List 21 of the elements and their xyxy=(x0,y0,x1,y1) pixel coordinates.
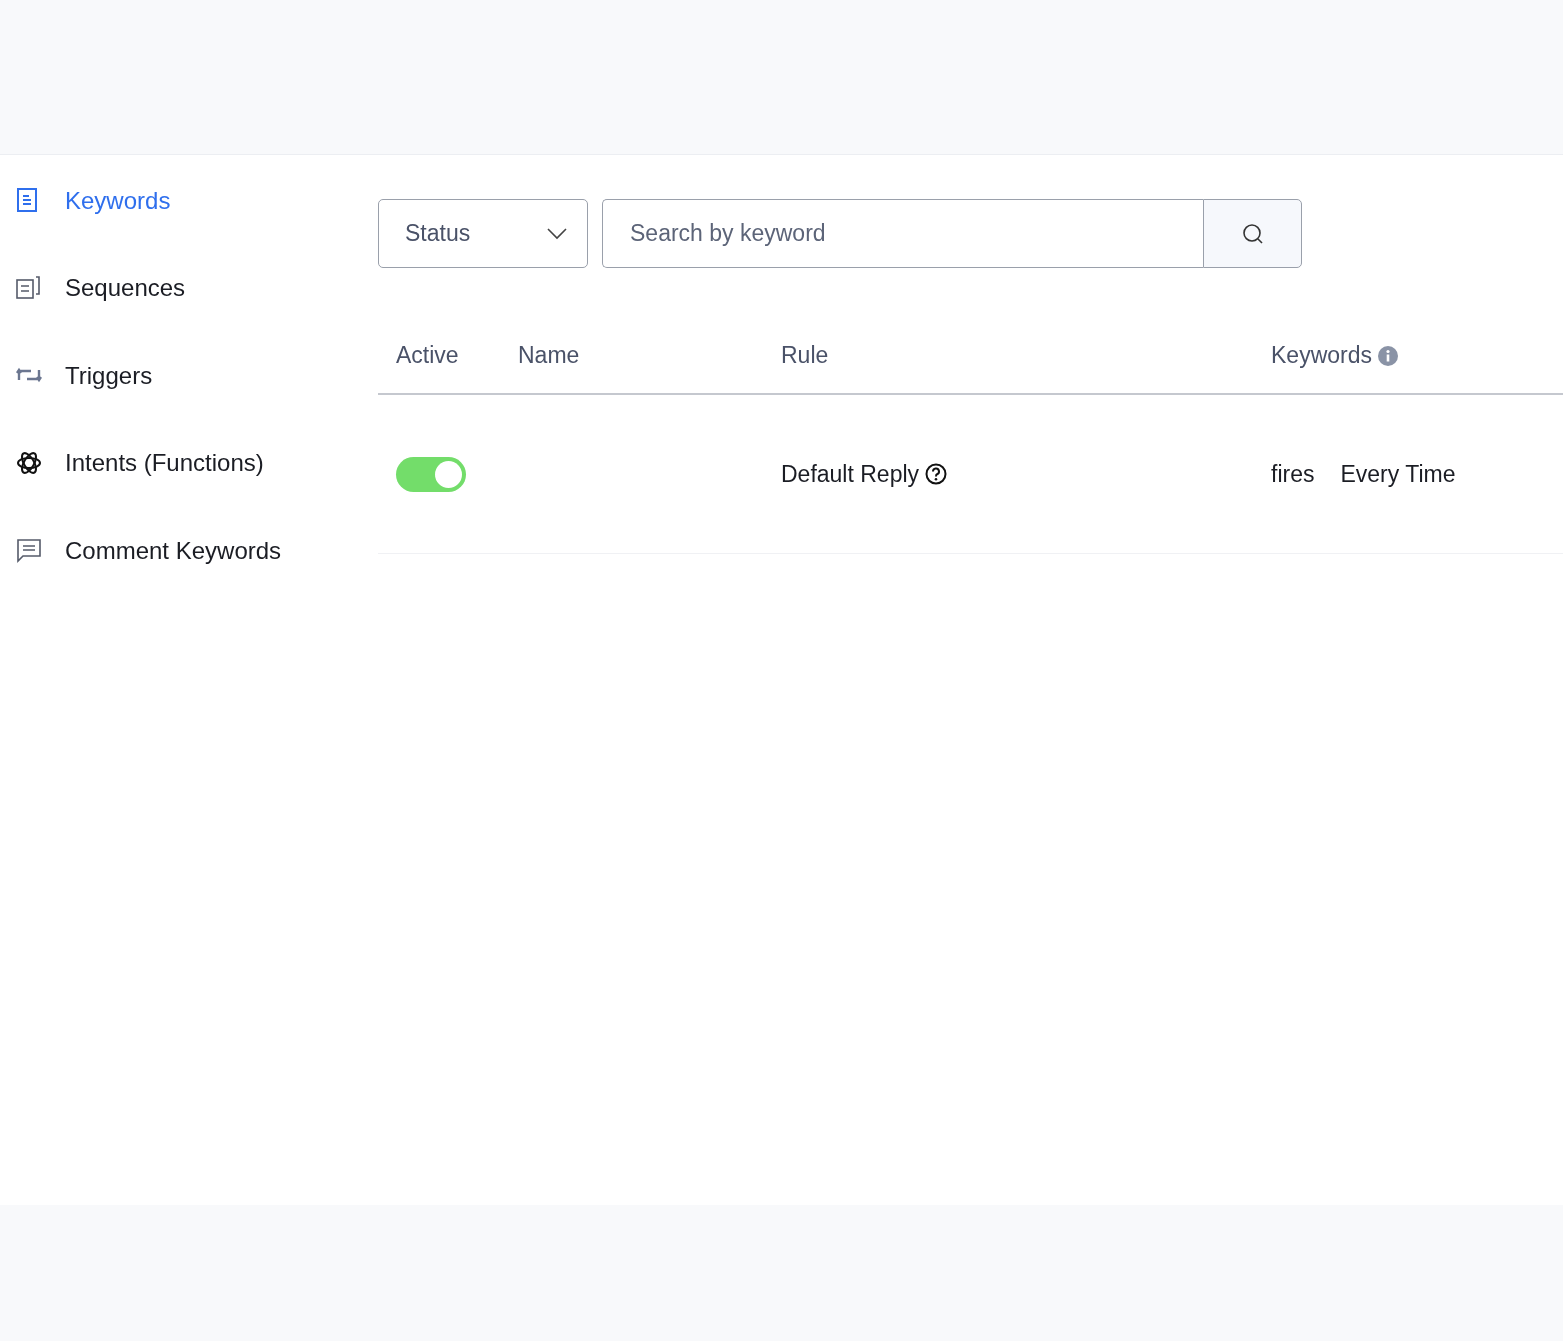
info-icon[interactable] xyxy=(1378,345,1398,366)
chevron-down-icon xyxy=(547,227,567,240)
sidebar-item[interactable]: Keywords xyxy=(0,157,378,245)
sidebar-item[interactable]: Sequences xyxy=(0,244,378,332)
column-header: Name xyxy=(518,342,580,369)
search-field[interactable]: Search by keyword xyxy=(602,199,1203,268)
search-button[interactable] xyxy=(1203,199,1302,268)
search-icon xyxy=(1241,222,1264,245)
keyword-text: Every Time xyxy=(1340,460,1456,488)
sidebar-item[interactable]: Comment Keywords xyxy=(0,507,378,595)
status-dropdown[interactable]: Status xyxy=(378,199,588,268)
toggle-switch[interactable] xyxy=(396,456,466,492)
keyword-text: fires xyxy=(1271,460,1315,488)
rule-text: Default Reply xyxy=(781,460,920,488)
column-header: Keywords xyxy=(1271,342,1372,369)
comment-icon xyxy=(15,536,43,565)
sidebar-item[interactable]: Intents (Functions) xyxy=(0,419,378,507)
column-header: Rule xyxy=(781,342,829,369)
help-icon[interactable] xyxy=(925,463,948,485)
column-header: Active xyxy=(396,342,459,369)
sidebar-item[interactable]: Triggers xyxy=(0,332,378,420)
